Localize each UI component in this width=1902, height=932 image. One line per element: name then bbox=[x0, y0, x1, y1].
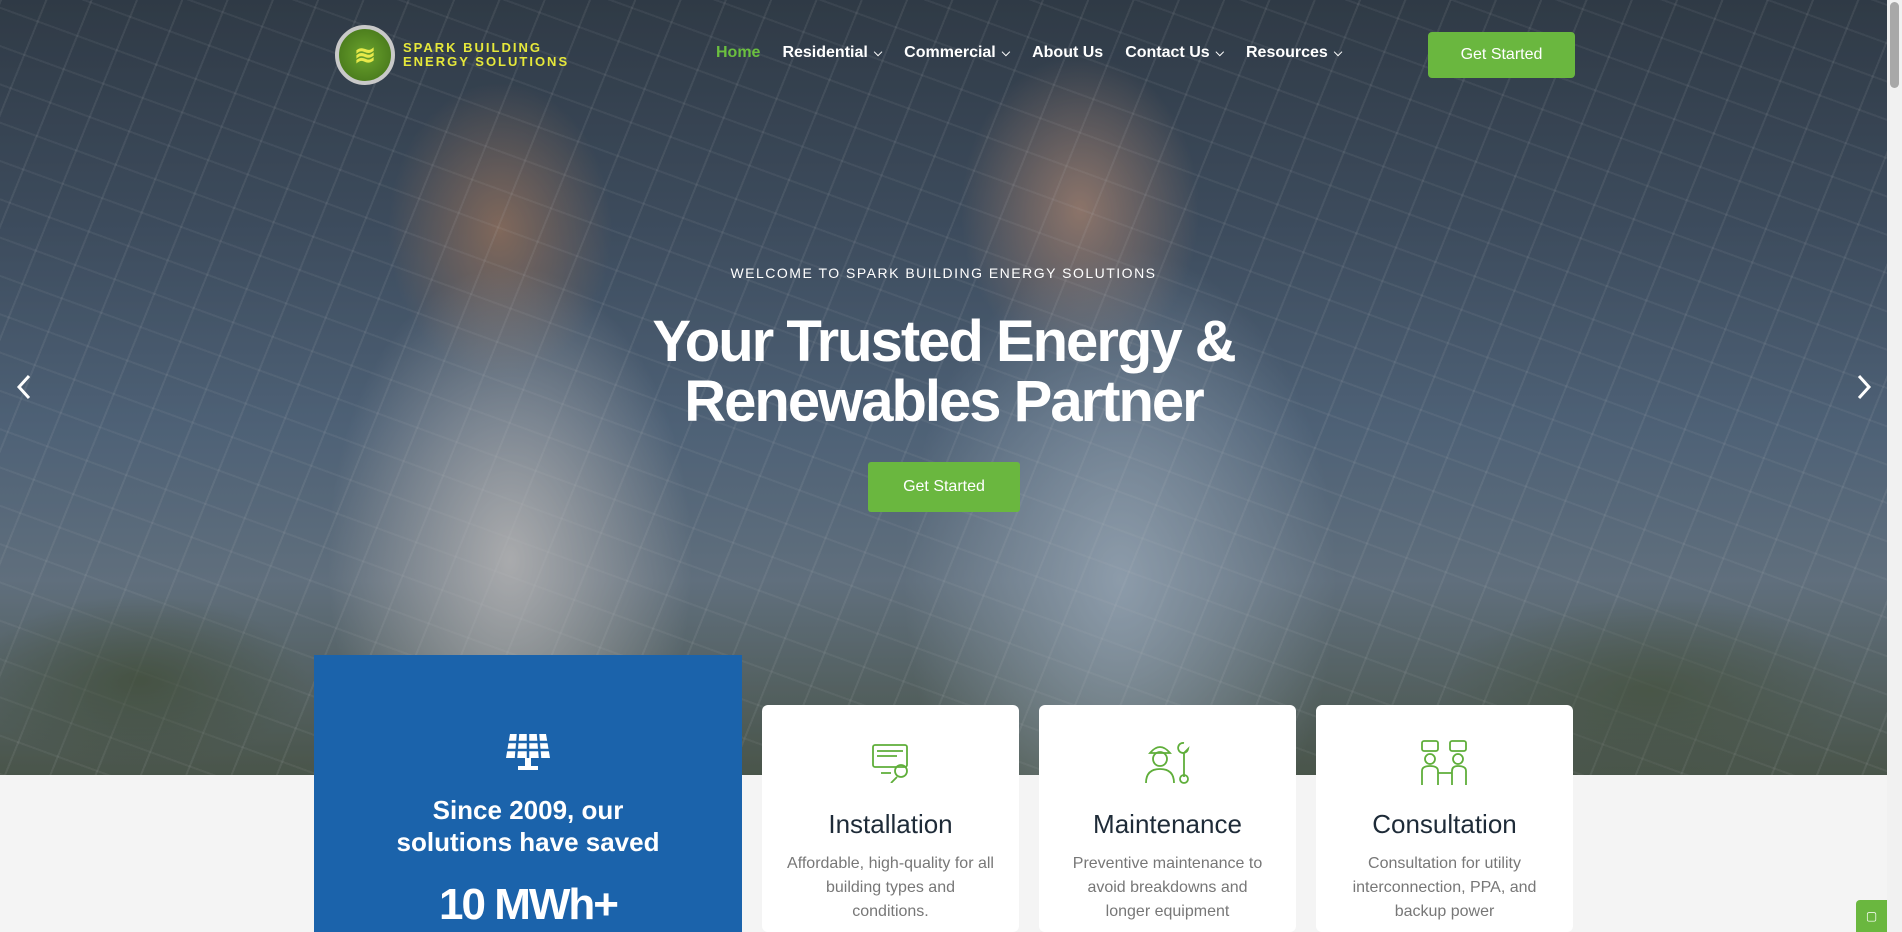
service-card-installation[interactable]: Installation Affordable, high-quality fo… bbox=[762, 705, 1019, 932]
site-logo[interactable]: ≋ SPARK BUILDING ENERGY SOLUTIONS bbox=[335, 25, 569, 85]
stat-value: 10 MWh+ bbox=[439, 880, 619, 929]
hero-get-started-button[interactable]: Get Started bbox=[868, 462, 1020, 512]
nav-residential[interactable]: Residential ⌵ bbox=[782, 44, 882, 62]
logo-line-2: ENERGY SOLUTIONS bbox=[403, 54, 570, 69]
chevron-down-icon: ⌵ bbox=[1333, 46, 1343, 59]
logo-line-1: SPARK BUILDING bbox=[403, 40, 542, 55]
nav-commercial-label: Commercial bbox=[904, 44, 996, 61]
chevron-right-icon[interactable] bbox=[1854, 373, 1874, 408]
savings-stat-card: Since 2009, our solutions have saved 10 … bbox=[314, 655, 742, 932]
chevron-down-icon: ⌵ bbox=[1215, 46, 1224, 59]
maintenance-worker-icon bbox=[1039, 739, 1296, 787]
chevron-down-icon: ⌵ bbox=[1001, 46, 1011, 59]
service-title: Installation bbox=[828, 809, 953, 839]
nav-contact[interactable]: Contact Us ⌵ bbox=[1125, 44, 1224, 62]
consultation-icon bbox=[1316, 739, 1573, 787]
nav-home[interactable]: Home bbox=[716, 44, 760, 62]
nav-home-label: Home bbox=[716, 44, 761, 61]
nav-resources-label: Resources bbox=[1246, 44, 1328, 61]
hero-eyebrow: WELCOME TO SPARK BUILDING ENERGY SOLUTIO… bbox=[730, 265, 1157, 281]
nav-commercial[interactable]: Commercial ⌵ bbox=[904, 44, 1010, 62]
service-title: Maintenance bbox=[1093, 809, 1242, 839]
chevron-left-icon[interactable] bbox=[14, 373, 34, 408]
logo-emblem-icon: ≋ bbox=[335, 25, 395, 85]
nav-get-started-button[interactable]: Get Started bbox=[1428, 32, 1575, 78]
page-scrollbar[interactable] bbox=[1887, 0, 1902, 932]
hero-headline: Your Trusted Energy & Renewables Partner bbox=[652, 309, 1236, 434]
logo-text: SPARK BUILDING ENERGY SOLUTIONS bbox=[403, 41, 569, 69]
main-menu: Home Residential ⌵ Commercial ⌵ About Us… bbox=[716, 44, 1364, 62]
service-description: Affordable, high-quality for all buildin… bbox=[787, 855, 994, 920]
installation-icon bbox=[762, 739, 1019, 787]
nav-residential-label: Residential bbox=[782, 44, 868, 61]
service-description: Consultation for utility interconnection… bbox=[1352, 855, 1537, 920]
service-description: Preventive maintenance to avoid breakdow… bbox=[1072, 855, 1263, 920]
chevron-down-icon: ⌵ bbox=[873, 46, 883, 59]
nav-about[interactable]: About Us bbox=[1032, 44, 1103, 62]
service-card-consultation[interactable]: Consultation Consultation for utility in… bbox=[1316, 705, 1573, 932]
solar-panel-icon bbox=[314, 730, 742, 774]
nav-contact-label: Contact Us bbox=[1125, 44, 1210, 61]
service-title: Consultation bbox=[1372, 809, 1517, 839]
service-card-maintenance[interactable]: Maintenance Preventive maintenance to av… bbox=[1039, 705, 1296, 932]
hero-banner: ≋ SPARK BUILDING ENERGY SOLUTIONS Home R… bbox=[0, 0, 1887, 775]
chat-widget-icon[interactable]: ▢ bbox=[1856, 900, 1887, 932]
nav-resources[interactable]: Resources ⌵ bbox=[1246, 44, 1342, 62]
scrollbar-thumb[interactable] bbox=[1890, 2, 1899, 88]
nav-about-label: About Us bbox=[1032, 44, 1104, 61]
top-navigation: ≋ SPARK BUILDING ENERGY SOLUTIONS Home R… bbox=[0, 0, 1887, 110]
stat-description: Since 2009, our solutions have saved bbox=[396, 795, 660, 857]
